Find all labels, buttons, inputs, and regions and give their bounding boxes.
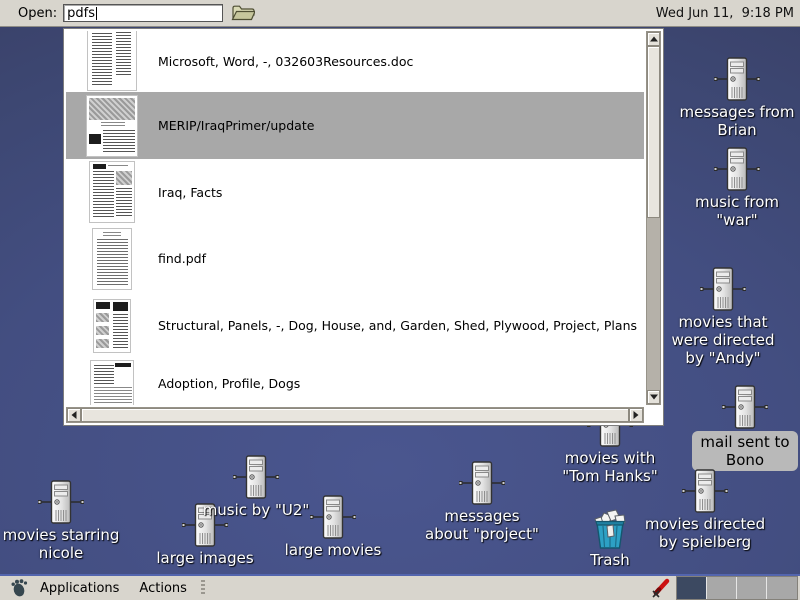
menu-applications[interactable]: Applications [30,576,129,600]
document-thumbnail [66,359,158,405]
gnome-footprint-icon [8,578,30,598]
workspace-switcher[interactable] [676,576,798,600]
icon-label: Trash [590,551,630,569]
open-input-value: pdfs [67,6,95,21]
desktop-icon-messages-from-brian[interactable]: messages from Brian [672,56,800,139]
document-thumbnail [66,159,158,225]
workspace-2[interactable] [707,577,737,599]
desktop-icon-mail-sent-to-bono[interactable]: mail sent to Bono [680,384,800,471]
browse-folder-button[interactable] [231,3,255,23]
result-label: Adoption, Profile, Dogs [158,376,644,391]
horizontal-scrollbar[interactable] [66,407,644,423]
icon-label: large images [156,549,253,567]
result-row[interactable]: Microsoft, Word, -, 032603Resources.doc [66,31,644,92]
icon-label: music from "war" [695,193,779,229]
result-row[interactable]: find.pdf [66,225,644,292]
scroll-left-button[interactable] [67,408,81,422]
document-thumbnail [66,292,158,359]
icon-label: movies that were directed by "Andy" [672,313,775,367]
text-caret [96,7,97,20]
document-thumbnail [66,92,158,159]
computer-icon [459,460,505,506]
icon-label: messages from Brian [680,103,795,139]
top-bar: Open: pdfs Wed Jun 11, 9:18 PM [0,0,800,27]
result-row[interactable]: Adoption, Profile, Dogs [66,359,644,405]
workspace-3[interactable] [737,577,767,599]
scroll-right-button[interactable] [629,408,643,422]
result-label: Iraq, Facts [158,185,644,200]
result-row-selected[interactable]: MERIP/IraqPrimer/update [66,92,644,159]
desktop-icon-movies-directed-by-andy[interactable]: movies that were directed by "Andy" [658,266,788,367]
scroll-up-button[interactable] [647,32,660,46]
workspace-1[interactable] [677,577,707,599]
results-list: Microsoft, Word, -, 032603Resources.doc … [66,31,644,405]
computer-icon [38,479,84,525]
trash-icon [587,506,633,550]
desktop-icon-trash[interactable]: Trash [545,506,675,569]
icon-label: messages about "project" [425,507,539,543]
folder-icon [231,3,255,23]
desktop-icon-music-by-u2[interactable]: music by "U2" [191,454,321,519]
result-row[interactable]: Iraq, Facts [66,159,644,225]
workspace-4[interactable] [767,577,797,599]
desktop-icon-messages-about-project[interactable]: messages about "project" [417,460,547,543]
clock: Wed Jun 11, 9:18 PM [656,6,794,21]
icon-label: music by "U2" [203,501,310,519]
red-crayon-icon[interactable] [650,577,672,599]
result-row[interactable]: Structural, Panels, -, Dog, House, and, … [66,292,644,359]
open-input[interactable]: pdfs [63,4,223,22]
open-label: Open: [18,6,57,21]
desktop: messages from Brian music from "war" mov… [0,0,800,600]
taskbar: Applications Actions [0,574,800,600]
vertical-scrollbar[interactable] [646,31,661,405]
computer-icon [233,454,279,500]
result-label: MERIP/IraqPrimer/update [158,118,644,133]
icon-label: large movies [285,541,382,559]
computer-icon [700,266,746,312]
search-results-dropdown: Microsoft, Word, -, 032603Resources.doc … [63,28,664,426]
computer-icon [682,468,728,514]
desktop-icon-music-from-war[interactable]: music from "war" [672,146,800,229]
result-label: Microsoft, Word, -, 032603Resources.doc [158,54,644,69]
icon-label: mail sent to Bono [692,431,797,471]
panel-drag-handle[interactable] [201,580,205,596]
icon-label: movies starring nicole [3,526,120,562]
menu-actions[interactable]: Actions [129,576,197,600]
desktop-icon-movies-starring-nicole[interactable]: movies starring nicole [0,479,126,562]
document-thumbnail [66,225,158,292]
computer-icon [722,384,768,430]
result-label: Structural, Panels, -, Dog, House, and, … [158,318,644,333]
computer-icon [714,56,760,102]
document-thumbnail [66,31,158,92]
horizontal-scrollbar-thumb[interactable] [81,408,629,422]
computer-icon [714,146,760,192]
vertical-scrollbar-thumb[interactable] [647,46,660,218]
result-label: find.pdf [158,251,644,266]
scroll-down-button[interactable] [647,390,660,404]
